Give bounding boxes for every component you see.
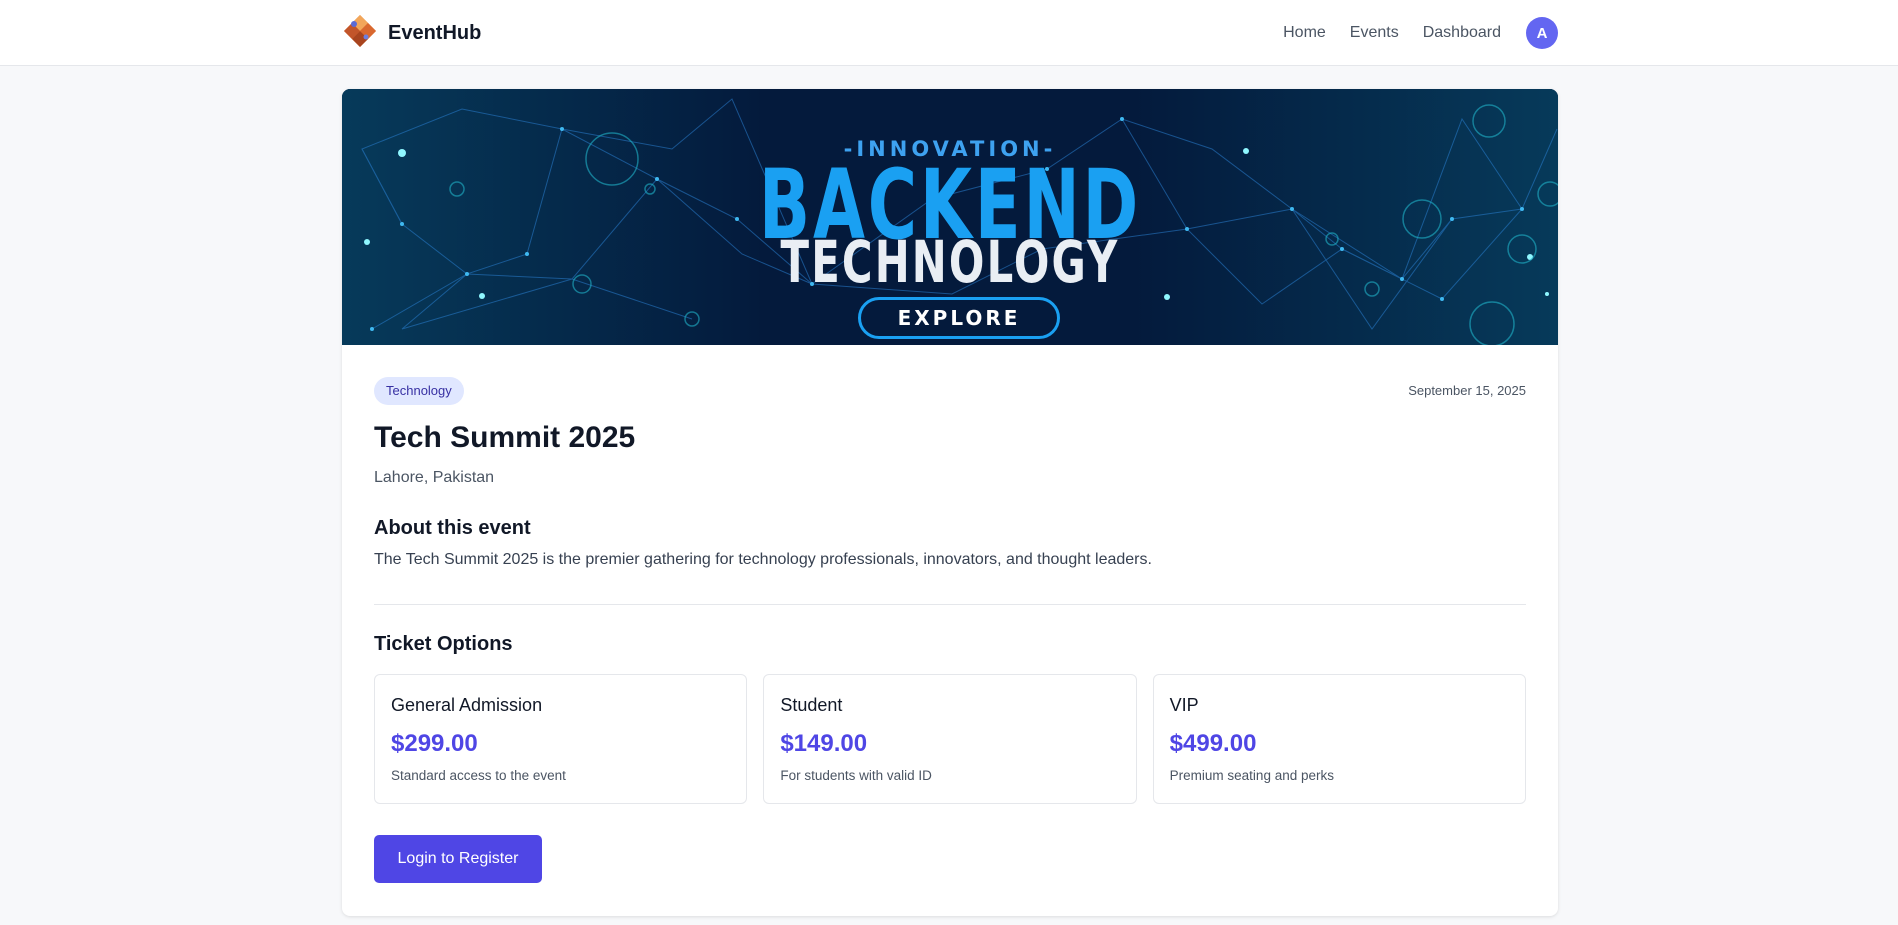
banner-explore-button: EXPLORE — [858, 297, 1060, 339]
ticket-card-student[interactable]: Student $149.00 For students with valid … — [763, 674, 1137, 804]
login-to-register-button[interactable]: Login to Register — [374, 835, 542, 883]
ticket-description: For students with valid ID — [780, 768, 932, 783]
ticket-description: Standard access to the event — [391, 768, 566, 783]
ticket-description: Premium seating and perks — [1169, 768, 1334, 783]
event-title: Tech Summit 2025 — [374, 421, 636, 454]
logo-icon — [342, 13, 378, 54]
event-date: September 15, 2025 — [1408, 383, 1526, 398]
nav-link-events[interactable]: Events — [1350, 24, 1399, 42]
about-heading: About this event — [374, 517, 531, 539]
event-location: Lahore, Pakistan — [374, 469, 495, 486]
ticket-name: General Admission — [391, 695, 543, 715]
user-avatar[interactable]: A — [1526, 17, 1558, 49]
category-badge: Technology — [374, 377, 464, 405]
event-description: The Tech Summit 2025 is the premier gath… — [374, 551, 1152, 568]
ticket-name: Student — [780, 695, 843, 715]
ticket-name: VIP — [1169, 695, 1199, 715]
ticket-card-general-admission[interactable]: General Admission $299.00 Standard acces… — [374, 674, 748, 804]
ticket-price: $299.00 — [391, 730, 478, 757]
section-divider — [374, 604, 1526, 605]
navbar-inner: EventHub Home Events Dashboard A — [342, 0, 1558, 66]
event-detail-card: -INNOVATION- BACKEND TECHNOLOGY EXPLORE … — [342, 89, 1558, 916]
top-navbar: EventHub Home Events Dashboard A — [0, 0, 1898, 66]
nav-links: Home Events Dashboard A — [1259, 17, 1558, 49]
ticket-options-heading: Ticket Options — [374, 633, 513, 655]
ticket-card-vip[interactable]: VIP $499.00 Premium seating and perks — [1152, 674, 1526, 804]
brand-logo-link[interactable]: EventHub — [342, 13, 481, 54]
nav-link-home[interactable]: Home — [1283, 24, 1326, 42]
banner-text-overlay: -INNOVATION- BACKEND TECHNOLOGY EXPLORE — [342, 89, 1558, 345]
brand-name: EventHub — [388, 21, 482, 44]
event-banner-image: -INNOVATION- BACKEND TECHNOLOGY EXPLORE — [342, 89, 1558, 345]
ticket-price: $149.00 — [780, 730, 868, 757]
ticket-price: $499.00 — [1169, 730, 1257, 757]
nav-link-dashboard[interactable]: Dashboard — [1423, 24, 1501, 42]
ticket-options-list: General Admission $299.00 Standard acces… — [374, 674, 1526, 804]
banner-title-technology: TECHNOLOGY — [780, 228, 1120, 296]
